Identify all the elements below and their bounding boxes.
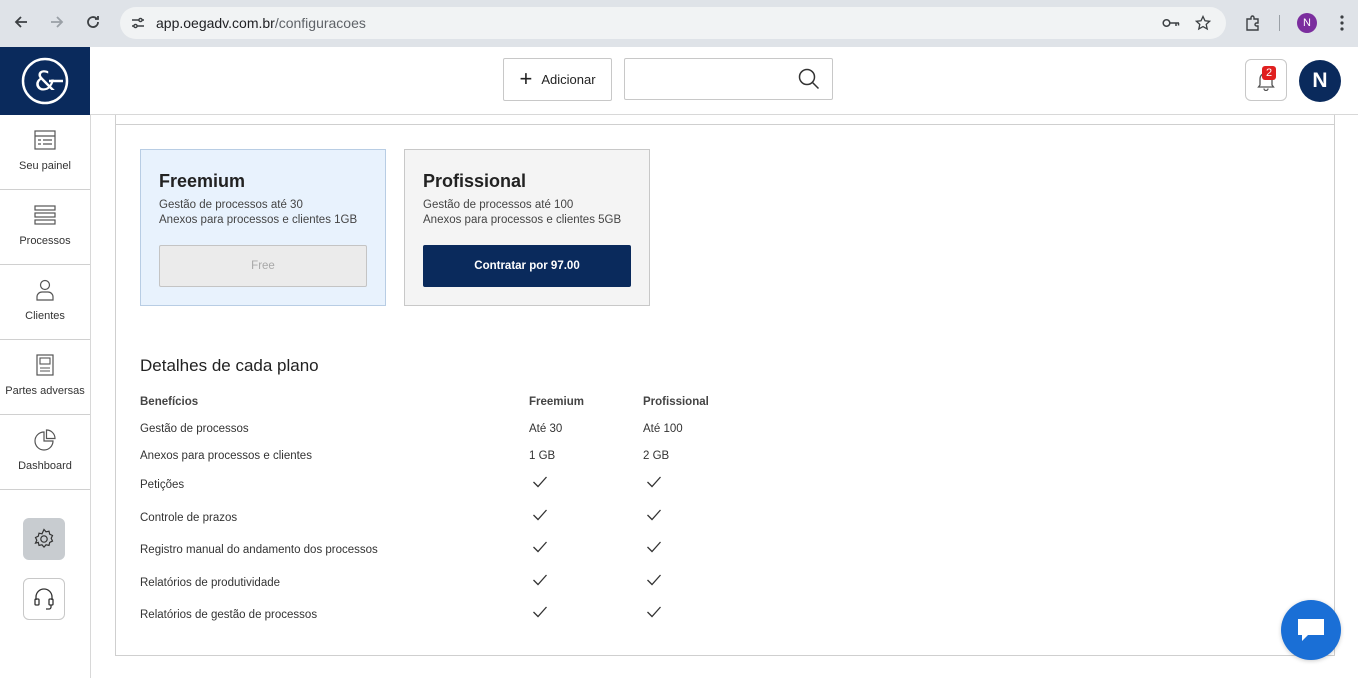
address-bar[interactable]: app.oegadv.com.br/configuracoes <box>120 7 1226 39</box>
sidebar-item-dashboard[interactable]: Dashboard <box>0 415 90 490</box>
add-button-label: Adicionar <box>541 72 596 87</box>
check-icon <box>647 476 661 488</box>
sidebar-item-label: Seu painel <box>19 160 71 172</box>
check-icon <box>647 541 661 553</box>
header-benefits: Benefícios <box>140 396 199 408</box>
search-icon[interactable] <box>798 68 820 90</box>
profissional-value: 2 GB <box>643 450 670 462</box>
toolbar-separator <box>1279 15 1280 31</box>
sidebar-item-seu-painel[interactable]: Seu painel <box>0 115 90 190</box>
benefit-name: Registro manual do andamento dos process… <box>140 544 378 556</box>
check-icon <box>647 574 661 585</box>
url-domain: app.oegadv.com.br <box>156 15 275 31</box>
plan-feature: Gestão de processos até 100 <box>423 199 574 211</box>
notification-badge: 2 <box>1262 66 1277 80</box>
check-icon <box>533 574 547 585</box>
profile-button[interactable]: N <box>1296 12 1318 34</box>
headset-icon <box>34 588 54 610</box>
benefit-name: Petições <box>140 479 185 491</box>
forward-icon[interactable] <box>46 11 68 33</box>
plan-title: Freemium <box>159 171 246 191</box>
table-row: Registro manual do andamento dos process… <box>140 540 740 573</box>
browser-menu-icon[interactable] <box>1331 12 1353 34</box>
check-icon <box>647 606 661 618</box>
sidebar-item-label: Processos <box>19 235 71 247</box>
ampersand-logo-icon: & <box>21 57 69 105</box>
plan-card-freemium: Freemium Gestão de processos até 30 Anex… <box>140 149 386 306</box>
app-logo[interactable]: & <box>0 47 90 115</box>
free-plan-button[interactable]: Free <box>159 245 367 287</box>
url-path: /configuracoes <box>274 15 366 31</box>
header-profissional: Profissional <box>643 396 709 408</box>
benefit-name: Controle de prazos <box>140 511 238 524</box>
sidebar: Seu painel Processos Clientes Partes adv… <box>0 115 91 678</box>
pie-chart-icon <box>34 428 56 452</box>
freemium-value: Até 30 <box>529 423 563 435</box>
check-icon <box>647 509 661 520</box>
site-info-icon[interactable] <box>128 13 148 33</box>
sidebar-item-label: Partes adversas <box>5 385 85 397</box>
benefit-name: Relatórios de gestão de processos <box>140 609 318 621</box>
reload-icon[interactable] <box>82 11 104 33</box>
dashboard-list-icon <box>34 128 56 152</box>
sidebar-item-label: Dashboard <box>18 460 72 472</box>
settings-button[interactable] <box>23 518 65 560</box>
details-title: Detalhes de cada plano <box>140 356 319 375</box>
profissional-value: Até 100 <box>643 423 683 435</box>
plus-icon: + <box>519 65 533 91</box>
url-text: app.oegadv.com.br/configuracoes <box>156 15 366 31</box>
user-avatar[interactable]: N <box>1299 60 1341 102</box>
table-row: Gestão de processos Até 30 Até 100 <box>140 421 740 448</box>
check-icon <box>533 606 547 618</box>
plan-card-profissional: Profissional Gestão de processos até 100… <box>404 149 650 306</box>
app-header: + Adicionar 2 N <box>90 47 1358 115</box>
check-icon <box>533 476 547 488</box>
comparison-table: Benefícios Freemium Profissional Gestão … <box>140 394 740 638</box>
gear-icon <box>34 528 54 549</box>
table-row: Anexos para processos e clientes 1 GB 2 … <box>140 448 740 475</box>
plan-title: Profissional <box>423 171 527 191</box>
chat-icon <box>1298 619 1324 641</box>
chat-button[interactable] <box>1281 600 1341 660</box>
browser-toolbar: app.oegadv.com.br/configuracoes N <box>0 0 1358 47</box>
table-row: Relatórios de produtividade <box>140 573 740 606</box>
stack-icon <box>34 203 56 227</box>
add-button[interactable]: + Adicionar <box>503 58 612 101</box>
profile-avatar: N <box>1297 13 1317 33</box>
benefit-name: Anexos para processos e clientes <box>140 450 312 462</box>
check-icon <box>533 541 547 553</box>
benefit-name: Gestão de processos <box>140 423 249 435</box>
header-freemium: Freemium <box>529 396 584 408</box>
support-button[interactable] <box>23 578 65 620</box>
sidebar-item-partes-adversas[interactable]: Partes adversas <box>0 340 90 415</box>
freemium-value: 1 GB <box>529 450 556 462</box>
person-icon <box>34 278 56 302</box>
table-row: Controle de prazos <box>140 508 740 541</box>
sidebar-item-processos[interactable]: Processos <box>0 190 90 265</box>
sidebar-item-clientes[interactable]: Clientes <box>0 265 90 340</box>
search-input[interactable] <box>624 58 833 100</box>
plan-feature: Gestão de processos até 30 <box>159 199 303 211</box>
document-icon <box>36 353 54 377</box>
table-row: Relatórios de gestão de processos <box>140 605 740 638</box>
plan-feature: Anexos para processos e clientes 1GB <box>159 214 358 226</box>
table-row: Petições <box>140 475 740 508</box>
sidebar-item-label: Clientes <box>25 310 65 322</box>
extensions-icon[interactable] <box>1242 12 1264 34</box>
plan-feature: Anexos para processos e clientes 5GB <box>423 214 622 226</box>
password-key-icon[interactable] <box>1161 13 1181 33</box>
benefit-name: Relatórios de produtividade <box>140 576 281 589</box>
check-icon <box>533 509 547 520</box>
subscribe-button[interactable]: Contratar por 97.00 <box>423 245 631 287</box>
table-header-row: Benefícios Freemium Profissional <box>140 394 740 421</box>
back-icon[interactable] <box>10 11 32 33</box>
bookmark-star-icon[interactable] <box>1193 13 1213 33</box>
notifications-button[interactable]: 2 <box>1245 59 1287 101</box>
